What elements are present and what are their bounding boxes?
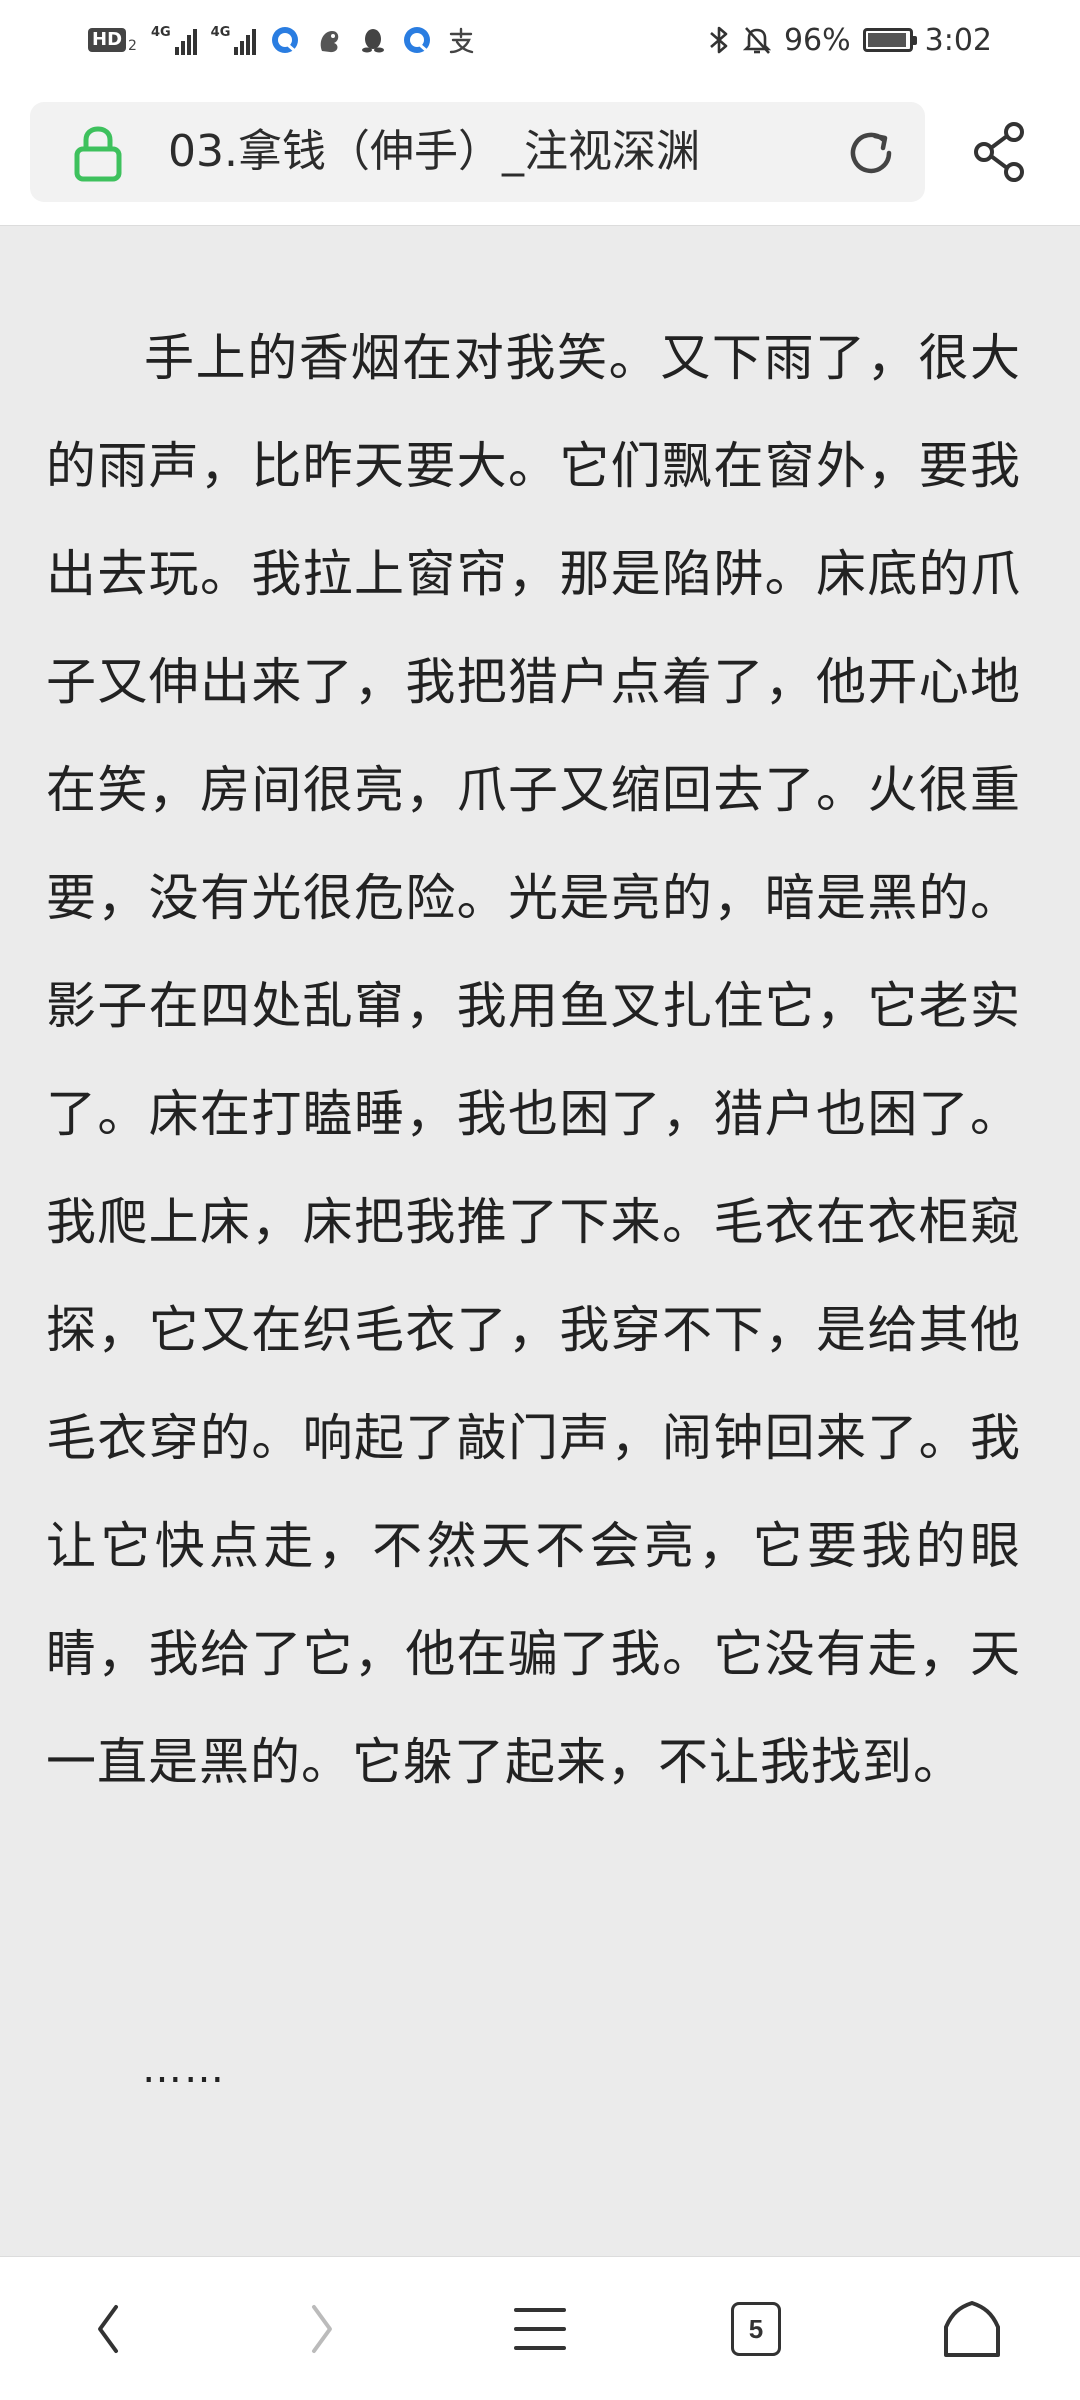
battery-level-fill bbox=[867, 33, 907, 47]
tab-count-label: 5 bbox=[748, 2313, 764, 2344]
bell-off-icon bbox=[742, 27, 772, 54]
clock: 3:02 bbox=[924, 22, 992, 58]
browser-top-bar: 03.拿钱（伸手）_注视深渊 bbox=[0, 80, 1080, 226]
browser-app-icon-2 bbox=[404, 27, 431, 54]
tabs-icon: 5 bbox=[731, 2302, 781, 2356]
forward-icon bbox=[312, 2305, 332, 2353]
home-button[interactable] bbox=[922, 2279, 1022, 2379]
back-button[interactable] bbox=[58, 2279, 158, 2379]
bottom-navigation-bar: 5 bbox=[0, 2256, 1080, 2400]
hd-label: HD bbox=[88, 28, 127, 52]
network-type-2: 4G bbox=[210, 25, 231, 40]
status-left-group: HD 2 4G 4G bbox=[88, 20, 476, 60]
signal-strength-icon-2: 4G bbox=[211, 25, 257, 55]
lock-icon[interactable] bbox=[70, 124, 126, 182]
browser-screen: HD 2 4G 4G 96% 3:02 03.拿钱（伸手）_注视深渊 手上的香烟… bbox=[0, 0, 1080, 2400]
story-ellipsis: …… bbox=[142, 2046, 226, 2092]
battery-percent: 96% bbox=[783, 22, 851, 58]
qq-penguin-icon bbox=[362, 29, 385, 53]
back-icon bbox=[98, 2305, 118, 2353]
hd-voice-icon: HD 2 bbox=[88, 26, 137, 54]
status-bar: HD 2 4G 4G 96% 3:02 bbox=[0, 0, 1080, 80]
address-bar[interactable]: 03.拿钱（伸手）_注视深渊 bbox=[30, 102, 925, 202]
page-title[interactable]: 03.拿钱（伸手）_注视深渊 bbox=[168, 102, 758, 202]
forward-button[interactable] bbox=[272, 2279, 372, 2379]
battery-icon bbox=[862, 28, 917, 52]
bluetooth-icon bbox=[710, 26, 728, 54]
hd-sub-label: 2 bbox=[128, 38, 137, 54]
network-type-1: 4G bbox=[150, 25, 171, 40]
browser-app-icon bbox=[272, 27, 299, 54]
share-icon[interactable] bbox=[970, 120, 1030, 184]
alipay-icon bbox=[450, 27, 474, 54]
squirrel-app-icon bbox=[321, 31, 339, 53]
reading-content: 手上的香烟在对我笑。又下雨了，很大的雨声，比昨天要大。它们飘在窗外，要我出去玩。… bbox=[0, 226, 1080, 2256]
home-icon bbox=[944, 2301, 1000, 2357]
signal-strength-icon-1: 4G bbox=[151, 25, 197, 55]
menu-icon bbox=[514, 2308, 566, 2350]
status-right-group: 96% 3:02 bbox=[708, 20, 992, 60]
tabs-button[interactable]: 5 bbox=[706, 2279, 806, 2379]
menu-button[interactable] bbox=[490, 2279, 590, 2379]
reload-icon[interactable] bbox=[845, 127, 897, 179]
story-paragraph: 手上的香烟在对我笑。又下雨了，很大的雨声，比昨天要大。它们飘在窗外，要我出去玩。… bbox=[46, 329, 1021, 1791]
